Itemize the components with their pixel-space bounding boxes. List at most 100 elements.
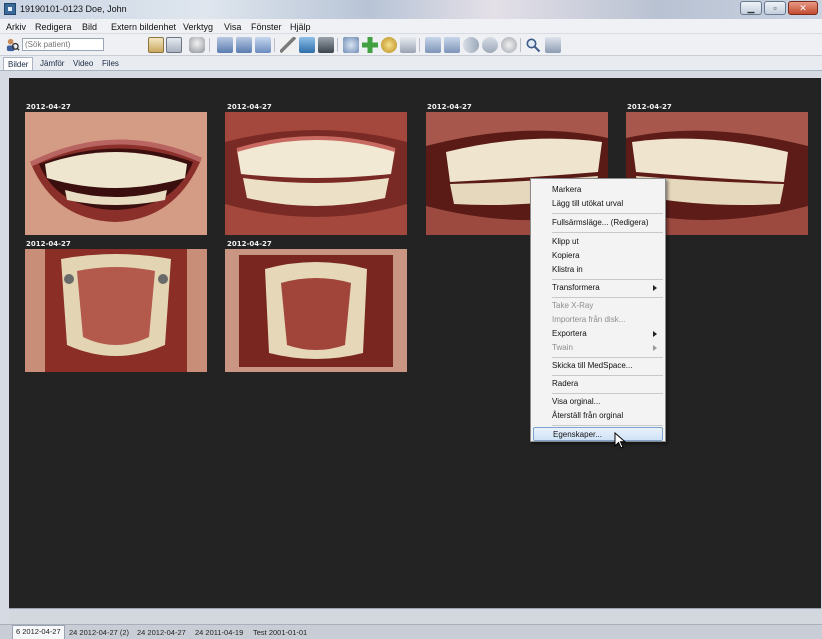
frontal-image: [225, 112, 407, 235]
submenu-arrow-icon: [653, 345, 657, 351]
menu-item-radera[interactable]: Radera: [533, 377, 663, 391]
submenu-arrow-icon: [653, 285, 657, 291]
tab-jamfor[interactable]: Jämför: [36, 57, 68, 70]
zoom-icon[interactable]: [525, 37, 541, 53]
image-date-label: 2012-04-27: [627, 103, 672, 111]
menu-separator: [552, 357, 663, 358]
menu-item-klistra-in[interactable]: Klistra in: [533, 263, 663, 277]
menu-item-egenskaper[interactable]: Egenskaper...: [533, 427, 663, 441]
scan-icon[interactable]: [236, 37, 252, 53]
flip-horizontal-icon[interactable]: [463, 37, 479, 53]
rotate-icon[interactable]: [343, 37, 359, 53]
upper-occlusal-image: [25, 249, 207, 372]
pencil-icon[interactable]: [280, 37, 296, 53]
film-icon[interactable]: [318, 37, 334, 53]
menu-separator: [552, 232, 663, 233]
menu-fonster[interactable]: Fönster: [251, 22, 282, 32]
title-bar: 19190101-0123 Doe, John ▁ ▫ ✕: [0, 0, 822, 19]
image-date-label: 2012-04-27: [427, 103, 472, 111]
window-title: 19190101-0123 Doe, John: [20, 4, 127, 14]
tab-bilder[interactable]: Bilder: [3, 57, 34, 70]
patient-search-input[interactable]: [22, 38, 104, 51]
crop-icon[interactable]: [400, 37, 416, 53]
context-menu: Markera Lägg till utökat urval Fullsärms…: [530, 178, 666, 442]
app-icon: [4, 3, 16, 15]
maximize-button[interactable]: ▫: [764, 1, 786, 15]
menu-visa[interactable]: Visa: [224, 22, 241, 32]
smile-image: [25, 112, 207, 235]
image-edit-icon[interactable]: [299, 37, 315, 53]
menu-item-aterstall-fran-orginal[interactable]: Återställ från orginal: [533, 409, 663, 423]
menu-item-visa-orginal[interactable]: Visa orginal...: [533, 395, 663, 409]
toolbar: [0, 34, 822, 56]
print-icon[interactable]: [189, 37, 205, 53]
menu-separator: [552, 393, 663, 394]
menu-separator: [552, 297, 663, 298]
menu-separator: [552, 279, 663, 280]
menu-item-klipp-ut[interactable]: Klipp ut: [533, 235, 663, 249]
menu-item-label: Exportera: [552, 329, 587, 338]
add-icon[interactable]: [362, 37, 378, 53]
dental-photo-smile[interactable]: [25, 112, 207, 235]
patient-icon: [6, 38, 20, 52]
import-icon[interactable]: [255, 37, 271, 53]
compare-icon[interactable]: [444, 37, 460, 53]
session-tab[interactable]: 24 2011-04-19: [192, 627, 246, 639]
menu-item-transformera[interactable]: Transformera: [533, 281, 663, 295]
menu-item-fullskarmslage[interactable]: Fullsärmsläge... (Redigera): [533, 216, 663, 230]
menu-item-importera-fran-disk: Importera från disk...: [552, 315, 626, 324]
menu-item-kopiera[interactable]: Kopiera: [533, 249, 663, 263]
toolbar-separator: [274, 38, 275, 52]
view-tabs: Bilder Jämför Video Files: [0, 56, 822, 70]
tab-video[interactable]: Video: [69, 57, 97, 70]
menu-item-take-x-ray: Take X-Ray: [552, 301, 594, 310]
menu-item-label: Twain: [552, 343, 573, 352]
patient-search: [5, 37, 104, 52]
tab-divider: [0, 70, 822, 71]
undo-icon[interactable]: [501, 37, 517, 53]
menu-item-label: Transformera: [552, 283, 600, 292]
image-date-label: 2012-04-27: [227, 103, 272, 111]
comment-icon[interactable]: [425, 37, 441, 53]
session-tabs: 6 2012-04-27 24 2012-04-27 (2) 24 2012-0…: [0, 624, 822, 639]
toolbar-separator: [419, 38, 420, 52]
dental-photo-lower-occlusal[interactable]: [225, 249, 407, 372]
lower-occlusal-image: [225, 249, 407, 372]
toolbar-separator: [209, 38, 210, 52]
menu-bar: Arkiv Redigera Bild Extern bildenhet Ver…: [0, 19, 822, 34]
camera-icon[interactable]: [217, 37, 233, 53]
close-button[interactable]: ✕: [788, 1, 818, 15]
minimize-button[interactable]: ▁: [740, 1, 762, 15]
menu-item-lagg-till-urval[interactable]: Lägg till utökat urval: [533, 197, 663, 211]
flip-vertical-icon[interactable]: [482, 37, 498, 53]
menu-hjalp[interactable]: Hjälp: [290, 22, 311, 32]
menu-item-exportera[interactable]: Exportera: [533, 327, 663, 341]
menu-arkiv[interactable]: Arkiv: [6, 22, 26, 32]
menu-item-twain: Twain: [533, 341, 663, 355]
menu-bild[interactable]: Bild: [82, 22, 97, 32]
session-tab[interactable]: 6 2012-04-27: [12, 625, 65, 639]
dental-photo-frontal[interactable]: [225, 112, 407, 235]
menu-separator: [552, 375, 663, 376]
menu-separator: [552, 213, 663, 214]
tab-files[interactable]: Files: [98, 57, 123, 70]
mouse-cursor-icon: [614, 432, 627, 449]
settings-icon[interactable]: [545, 37, 561, 53]
session-tab[interactable]: Test 2001-01-01: [250, 627, 310, 639]
menu-extern-bildenhet[interactable]: Extern bildenhet: [111, 22, 176, 32]
menu-verktyg[interactable]: Verktyg: [183, 22, 213, 32]
move-icon[interactable]: [381, 37, 397, 53]
toolbar-separator: [337, 38, 338, 52]
menu-item-markera[interactable]: Markera: [533, 183, 663, 197]
image-folder-icon[interactable]: [148, 37, 164, 53]
session-tab[interactable]: 24 2012-04-27 (2): [66, 627, 132, 639]
dental-photo-upper-occlusal[interactable]: [25, 249, 207, 372]
session-tab[interactable]: 24 2012-04-27: [134, 627, 189, 639]
image-date-label: 2012-04-27: [26, 103, 71, 111]
menu-redigera[interactable]: Redigera: [35, 22, 72, 32]
toolbar-separator: [520, 38, 521, 52]
left-gutter: [0, 71, 9, 616]
menu-item-skicka-till-medspace[interactable]: Skicka till MedSpace...: [533, 359, 663, 373]
menu-separator: [552, 425, 663, 426]
grid-view-icon[interactable]: [166, 37, 182, 53]
